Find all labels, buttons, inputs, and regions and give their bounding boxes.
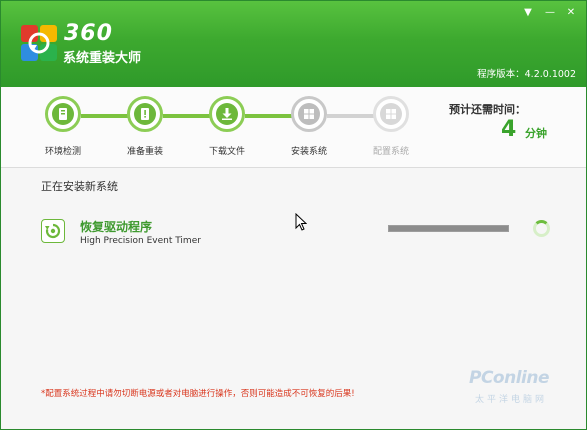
document-warning-icon <box>141 108 149 120</box>
step-label: 安装系统 <box>291 147 328 157</box>
steps-bar: 环境检测 准备重装 下载文件 安装系统 配置系统 预计还需时间： 4 分钟 <box>1 87 586 168</box>
task-progress-bar <box>388 225 509 232</box>
step-connector <box>245 114 292 118</box>
restore-driver-icon <box>41 219 65 243</box>
computer-check-icon <box>59 108 67 120</box>
task-name: 恢复驱动程序 <box>80 220 153 234</box>
brand-name: 系统重装大师 <box>63 51 142 66</box>
estimate-value: 4 <box>501 117 517 142</box>
step-prepare <box>127 96 167 132</box>
windows-icon <box>304 109 314 119</box>
installer-window: 360 系统重装大师 ▼ — ✕ 程序版本：4.2.0.1002 环境检测 准备… <box>0 0 587 430</box>
step-install-system <box>291 96 331 132</box>
loading-spinner-icon <box>533 220 550 237</box>
watermark-text: PConline <box>469 368 550 388</box>
version-label: 程序版本：4.2.0.1002 <box>477 69 576 80</box>
task-subtitle: High Precision Event Timer <box>80 236 201 246</box>
step-label: 配置系统 <box>373 147 410 157</box>
menu-dropdown-icon[interactable]: ▼ <box>521 7 535 19</box>
windows-config-icon <box>386 109 396 119</box>
progress-fill <box>389 226 508 231</box>
main-panel: 正在安装新系统 恢复驱动程序 High Precision Event Time… <box>1 168 586 429</box>
step-connector <box>81 114 128 118</box>
download-icon <box>222 108 232 120</box>
step-environment-check <box>45 96 85 132</box>
minimize-icon[interactable]: — <box>543 7 557 19</box>
estimate-title: 预计还需时间： <box>449 103 526 116</box>
mouse-cursor-icon <box>295 213 307 231</box>
step-connector <box>327 114 374 118</box>
section-title: 正在安装新系统 <box>41 180 118 193</box>
step-label: 下载文件 <box>209 147 246 157</box>
step-configure-system <box>373 96 413 132</box>
warning-text: *配置系统过程中请勿切断电源或者对电脑进行操作，否则可能造成不可恢复的后果! <box>41 389 355 399</box>
header-bar: 360 系统重装大师 ▼ — ✕ 程序版本：4.2.0.1002 <box>1 1 586 87</box>
step-download <box>209 96 249 132</box>
step-connector <box>163 114 210 118</box>
close-icon[interactable]: ✕ <box>564 7 578 19</box>
logo-icon <box>21 25 57 61</box>
watermark-subtext: 太平洋电脑网 <box>475 395 548 405</box>
watermark: PConline 太平洋电脑网 <box>467 368 579 418</box>
step-label: 准备重装 <box>127 147 164 157</box>
estimate-unit: 分钟 <box>525 127 547 140</box>
step-label: 环境检测 <box>45 147 82 157</box>
brand-number: 360 <box>64 21 113 46</box>
